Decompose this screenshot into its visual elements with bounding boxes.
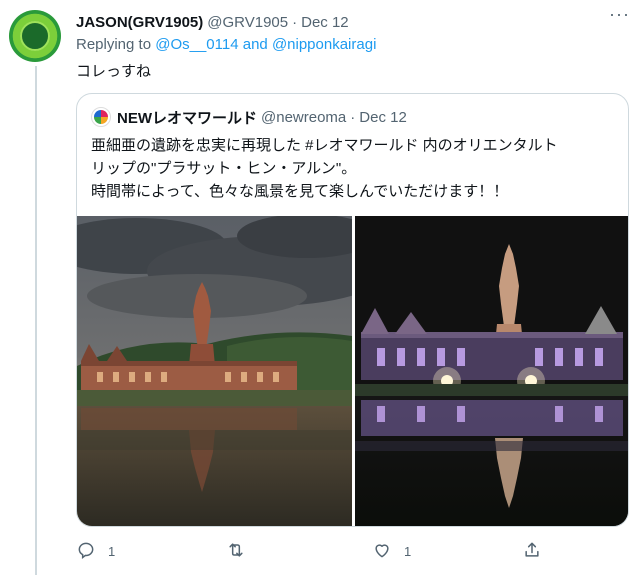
reply-button[interactable]: 1 (76, 531, 115, 571)
quote-text-line: 時間帯によって、色々な風景を見て楽しんでいただけます！！ (91, 183, 509, 200)
separator-dot: · (292, 13, 298, 31)
quote-separator-dot: · (350, 108, 356, 126)
quote-avatar (91, 107, 111, 127)
photo-temple-dusk[interactable] (77, 216, 352, 526)
quote-date: Dec 12 (359, 108, 407, 126)
quote-text-line: 亜細亜の遺跡を忠実に再現した #レオマワールド 内のオリエンタルト (91, 137, 558, 154)
action-bar: 1 1 (76, 531, 556, 571)
mention-link-2[interactable]: @nipponkairagi (272, 36, 376, 53)
quote-text-line: リップの"プラサット・ヒン・アルン"。 (91, 160, 357, 177)
replying-prefix: Replying to (76, 36, 152, 53)
mention-link-1[interactable]: @Os__0114 (155, 36, 238, 53)
quote-header: NEWレオマワールド @newreoma · Dec 12 (91, 106, 407, 128)
share-icon[interactable] (522, 540, 542, 563)
heart-icon[interactable] (372, 540, 392, 563)
reply-icon[interactable] (76, 540, 96, 563)
retweet-icon[interactable] (226, 540, 246, 563)
quote-display-name: NEWレオマワールド (117, 109, 257, 127)
replying-to: Replying to @Os__0114 and @nipponkairagi (76, 36, 376, 53)
user-handle[interactable]: @GRV1905 (207, 14, 288, 31)
tweet-header: JASON(GRV1905) @GRV1905 · Dec 12 (76, 11, 630, 33)
retweet-button[interactable] (226, 531, 258, 571)
reply-count: 1 (108, 543, 116, 559)
thread-line (35, 66, 37, 575)
mention-and: and (242, 36, 268, 53)
avatar[interactable] (9, 10, 61, 62)
more-options-icon[interactable]: ··· (609, 4, 630, 25)
display-name[interactable]: JASON(GRV1905) (76, 14, 203, 31)
like-button[interactable]: 1 (372, 531, 411, 571)
tweet-date[interactable]: Dec 12 (301, 14, 349, 31)
share-button[interactable] (522, 531, 542, 571)
like-count: 1 (404, 543, 412, 559)
photo-temple-night[interactable] (355, 216, 628, 526)
tweet-text: コレっすね (76, 63, 152, 80)
quote-handle: @newreoma (261, 108, 347, 126)
quoted-tweet[interactable]: NEWレオマワールド @newreoma · Dec 12 亜細亜の遺跡を忠実に… (76, 93, 629, 527)
quote-text: 亜細亜の遺跡を忠実に再現した #レオマワールド 内のオリエンタルト リップの"プ… (91, 134, 616, 203)
